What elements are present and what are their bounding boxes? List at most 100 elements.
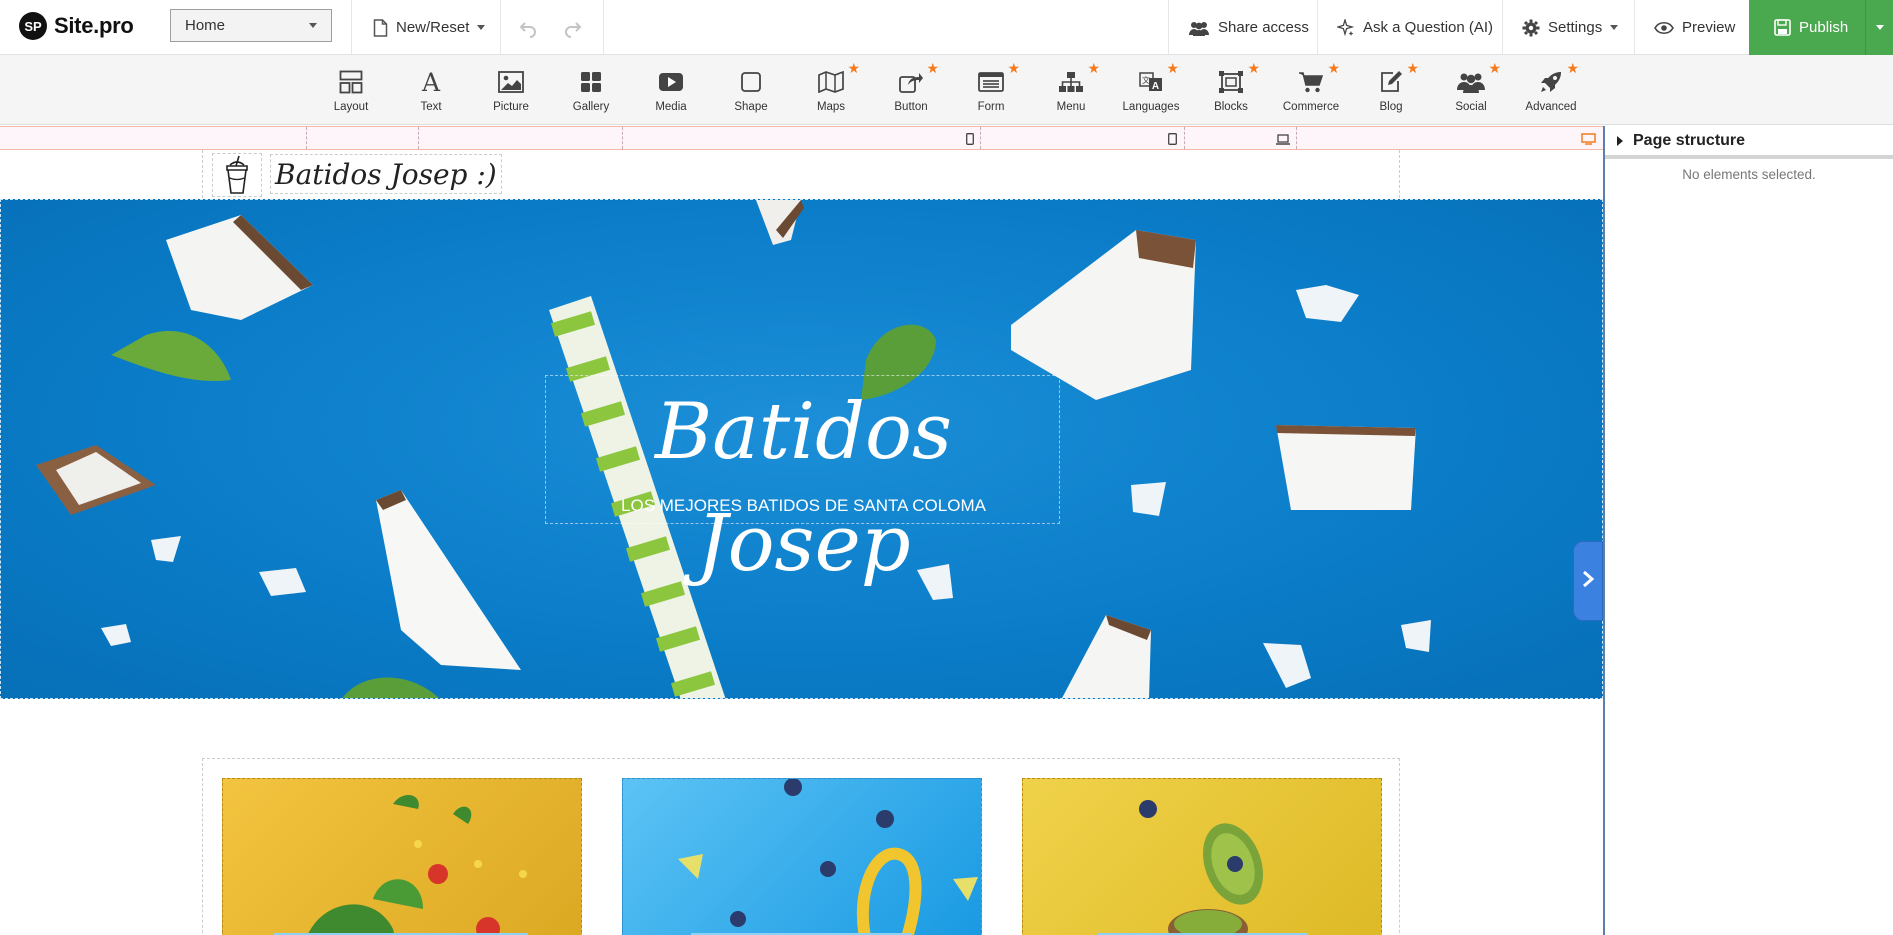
panel-title: Page structure xyxy=(1633,131,1746,149)
premium-star-icon: ★ xyxy=(847,60,860,76)
product-card[interactable] xyxy=(222,778,582,935)
divider xyxy=(1502,0,1503,55)
divider xyxy=(1168,0,1169,55)
tool-social[interactable]: ★ Social xyxy=(1431,61,1511,113)
preview-button[interactable]: Preview xyxy=(1654,0,1735,55)
ruler-guide xyxy=(306,127,307,149)
divider xyxy=(603,0,604,55)
lemon-blueberry-image xyxy=(678,779,978,935)
hero-section[interactable]: Batidos Josep LOS MEJORES BATIDOS DE SAN… xyxy=(0,199,1603,699)
cart-icon: ★ xyxy=(1298,61,1340,97)
tool-gallery[interactable]: Gallery xyxy=(551,67,631,113)
tool-picture[interactable]: Picture xyxy=(471,67,551,113)
tool-label: Gallery xyxy=(572,101,610,113)
undo-icon xyxy=(518,18,538,38)
ruler-guide xyxy=(1296,127,1297,149)
gallery-icon xyxy=(580,67,602,97)
gear-icon xyxy=(1522,19,1540,37)
picture-icon xyxy=(498,67,524,97)
divider xyxy=(500,0,501,55)
page-structure-toggle[interactable]: Page structure xyxy=(1605,126,1893,159)
share-access-button[interactable]: Share access xyxy=(1188,0,1309,55)
redo-icon xyxy=(563,18,583,38)
tool-label: Languages xyxy=(1122,101,1180,113)
premium-star-icon: ★ xyxy=(1406,60,1419,76)
undo-button[interactable] xyxy=(518,0,538,55)
divider xyxy=(1634,0,1635,55)
eye-icon xyxy=(1654,21,1674,35)
tool-label: Text xyxy=(420,101,442,113)
site-header-title[interactable]: Batidos Josep :) xyxy=(270,154,502,194)
top-bar: SP Site.pro Home New/Reset Share access xyxy=(0,0,1893,55)
tool-button[interactable]: ★ Button xyxy=(871,61,951,113)
tool-layout[interactable]: Layout xyxy=(311,67,391,113)
premium-star-icon: ★ xyxy=(926,60,939,76)
tool-form[interactable]: ★ Form xyxy=(951,61,1031,113)
hero-subtitle[interactable]: LOS MEJORES BATIDOS DE SANTA COLOMA xyxy=(546,496,1061,516)
hero-text-block[interactable]: Batidos Josep LOS MEJORES BATIDOS DE SAN… xyxy=(545,375,1061,589)
smoothie-cup-logo-icon[interactable] xyxy=(212,153,262,197)
tool-shape[interactable]: Shape xyxy=(711,67,791,113)
sitemap-icon: ★ xyxy=(1058,61,1100,97)
page-canvas[interactable]: Batidos Josep :) Batidos Josep LOS MEJOR… xyxy=(0,150,1603,935)
page-structure-panel: Page structure No elements selected. xyxy=(1603,126,1893,935)
premium-star-icon: ★ xyxy=(1488,60,1501,76)
redo-button[interactable] xyxy=(563,0,583,55)
tool-media[interactable]: Media xyxy=(631,67,711,113)
chevron-right-icon xyxy=(1582,570,1595,593)
tool-languages[interactable]: A 文 ★ Languages xyxy=(1111,61,1191,113)
tool-label: Social xyxy=(1455,101,1487,113)
kiwi-image xyxy=(1139,800,1263,935)
laptop-breakpoint-icon[interactable] xyxy=(1276,132,1290,150)
chevron-down-icon xyxy=(309,23,317,28)
ruler-guide xyxy=(418,127,419,149)
tool-text[interactable]: A Text xyxy=(391,67,471,113)
tool-blog[interactable]: ★ Blog xyxy=(1351,61,1431,113)
blog-edit-icon: ★ xyxy=(1379,61,1419,97)
product-card[interactable] xyxy=(1022,778,1382,935)
svg-text:A: A xyxy=(1152,81,1159,92)
premium-star-icon: ★ xyxy=(1566,60,1579,76)
tool-label: Shape xyxy=(734,101,768,113)
tool-commerce[interactable]: ★ Commerce xyxy=(1271,61,1351,113)
premium-star-icon: ★ xyxy=(1166,60,1179,76)
tablet-breakpoint-icon[interactable] xyxy=(1168,132,1177,150)
tool-maps[interactable]: ★ Maps xyxy=(791,61,871,113)
chevron-down-icon xyxy=(1875,25,1884,30)
button-share-icon: ★ xyxy=(899,61,939,97)
publish-label: Publish xyxy=(1799,19,1849,36)
new-reset-button[interactable]: New/Reset xyxy=(373,0,486,55)
tool-menu[interactable]: ★ Menu xyxy=(1031,61,1111,113)
tool-label: Blog xyxy=(1379,101,1403,113)
page-select[interactable]: Home xyxy=(170,9,332,42)
publish-button[interactable]: Publish xyxy=(1749,19,1865,36)
ask-ai-label: Ask a Question (AI) xyxy=(1363,19,1494,36)
site-pro-logo[interactable]: SP Site.pro xyxy=(19,12,134,40)
sparkle-icon xyxy=(1337,18,1355,37)
logo-mark: SP xyxy=(19,12,47,40)
tool-label: Maps xyxy=(816,101,846,113)
language-icon: A 文 ★ xyxy=(1139,61,1179,97)
premium-star-icon: ★ xyxy=(1327,60,1340,76)
product-card[interactable] xyxy=(622,778,982,935)
save-icon xyxy=(1774,19,1791,36)
shape-icon xyxy=(740,67,762,97)
rocket-icon: ★ xyxy=(1539,61,1579,97)
expand-panel-button[interactable] xyxy=(1573,541,1603,621)
settings-button[interactable]: Settings xyxy=(1522,0,1619,55)
blocks-icon: ★ xyxy=(1218,61,1260,97)
text-icon: A xyxy=(419,67,443,97)
chevron-down-icon xyxy=(1610,25,1619,30)
publish-options-button[interactable] xyxy=(1866,25,1893,30)
desktop-breakpoint-icon[interactable] xyxy=(1581,132,1596,150)
form-icon: ★ xyxy=(978,61,1020,97)
chevron-down-icon xyxy=(477,25,486,30)
mobile-breakpoint-icon[interactable] xyxy=(966,132,974,150)
tool-blocks[interactable]: ★ Blocks xyxy=(1191,61,1271,113)
tool-label: Media xyxy=(655,101,687,113)
hero-title[interactable]: Batidos Josep xyxy=(546,376,1061,600)
ask-ai-button[interactable]: Ask a Question (AI) xyxy=(1337,0,1493,55)
tool-advanced[interactable]: ★ Advanced xyxy=(1511,61,1591,113)
settings-label: Settings xyxy=(1548,19,1603,36)
empty-selection-text: No elements selected. xyxy=(1682,167,1816,182)
